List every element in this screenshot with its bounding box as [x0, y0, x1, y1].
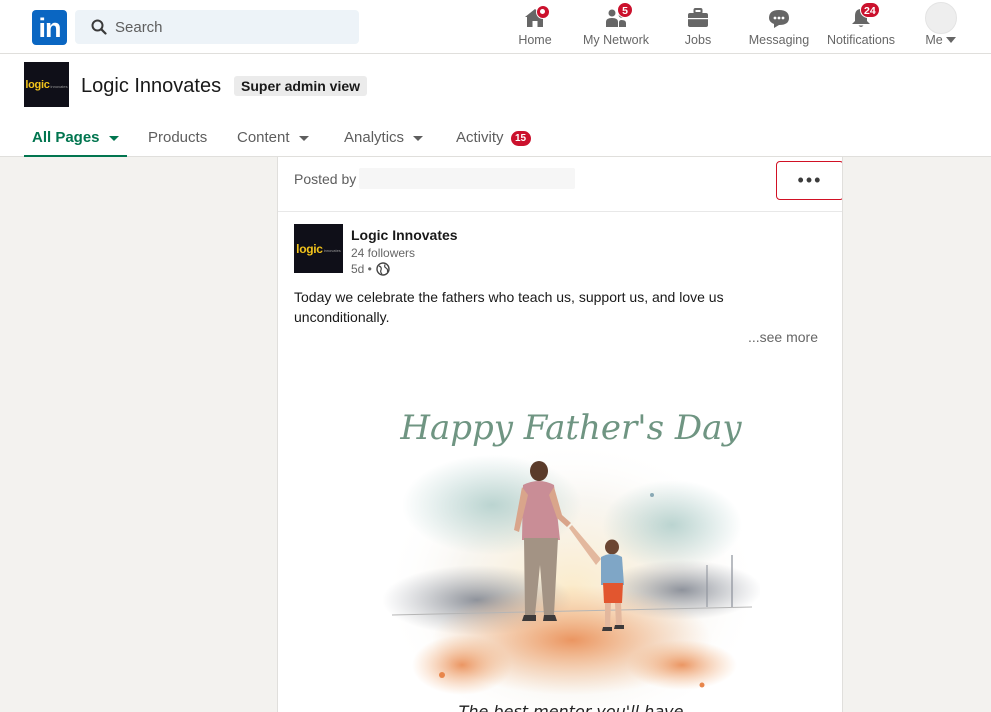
- briefcase-icon: [688, 8, 708, 27]
- image-title: Happy Father's Day: [399, 408, 742, 448]
- post-image[interactable]: Happy Father's Day The best mentor you'l…: [382, 375, 760, 712]
- notifications-badge: 24: [860, 2, 880, 18]
- nav-notifications-label: Notifications: [826, 33, 896, 47]
- avatar[interactable]: [925, 2, 957, 34]
- post-author-logo-text: logic: [296, 241, 323, 256]
- post-author-followers: 24 followers: [351, 246, 416, 260]
- company-logo-text: logic: [25, 78, 50, 91]
- admin-role-chip: Super admin view: [234, 76, 368, 96]
- tab-activity-label: Activity: [456, 129, 504, 146]
- linkedin-logo[interactable]: in: [32, 10, 67, 45]
- tab-all-pages[interactable]: All Pages: [24, 118, 127, 157]
- chat-bubble-icon: [769, 10, 789, 28]
- page-header: logic innovates Logic Innovates Super ad…: [0, 54, 991, 157]
- nav-my-network[interactable]: 5 My Network: [580, 2, 652, 52]
- caret-down-icon: [413, 136, 424, 141]
- caret-down-icon: [945, 37, 956, 43]
- caret-down-icon: [108, 136, 119, 141]
- post-time-text: 5d •: [351, 262, 372, 276]
- global-nav: in Home 5 My Network: [0, 0, 991, 54]
- posted-by-bar: Posted by •••: [278, 157, 842, 212]
- nav-jobs[interactable]: Jobs: [676, 4, 720, 52]
- tab-analytics-label: Analytics: [344, 129, 405, 146]
- nav-me-label: Me: [925, 33, 943, 47]
- nav-messaging-label: Messaging: [748, 33, 810, 47]
- nav-home-label: Home: [518, 33, 552, 47]
- tab-analytics[interactable]: Analytics: [344, 118, 424, 157]
- network-badge: 5: [617, 2, 633, 18]
- nav-jobs-label: Jobs: [684, 33, 712, 47]
- tab-all-pages-label: All Pages: [32, 129, 100, 146]
- tab-products[interactable]: Products: [148, 118, 207, 157]
- nav-my-network-label: My Network: [583, 33, 649, 47]
- post-author-logo[interactable]: logic innovates: [294, 224, 343, 273]
- nav-home[interactable]: Home: [512, 4, 558, 52]
- post-author-logo-subtext: innovates: [323, 247, 341, 253]
- company-logo[interactable]: logic innovates: [24, 62, 69, 107]
- search-input[interactable]: [115, 18, 345, 36]
- activity-badge: 15: [510, 131, 531, 146]
- posted-by-value: [359, 168, 575, 189]
- see-more-link[interactable]: ...see more: [748, 329, 818, 345]
- post-author-name[interactable]: Logic Innovates: [351, 227, 458, 243]
- home-notification-dot: [536, 5, 550, 19]
- more-options-button[interactable]: •••: [776, 161, 842, 200]
- post-timestamp: 5d •: [351, 262, 390, 276]
- tab-content[interactable]: Content: [237, 118, 309, 157]
- tab-products-label: Products: [148, 129, 208, 146]
- tab-content-label: Content: [237, 129, 290, 146]
- company-name[interactable]: Logic Innovates: [81, 75, 221, 98]
- nav-messaging[interactable]: Messaging: [747, 4, 811, 52]
- post-card: Posted by ••• logic innovates Logic Inno…: [277, 157, 843, 712]
- search-icon: [91, 19, 107, 35]
- posted-by-label: Posted by: [294, 171, 357, 187]
- tab-activity[interactable]: Activity 15: [456, 118, 531, 157]
- globe-icon: [376, 262, 390, 276]
- image-caption: The best mentor you'll have: [459, 702, 684, 712]
- search-box[interactable]: [75, 10, 359, 44]
- nav-me[interactable]: Me: [918, 2, 964, 52]
- company-logo-subtext: innovates: [50, 83, 68, 89]
- caret-down-icon: [298, 136, 309, 141]
- nav-notifications[interactable]: 24 Notifications: [824, 2, 898, 52]
- post-text: Today we celebrate the fathers who teach…: [294, 289, 724, 325]
